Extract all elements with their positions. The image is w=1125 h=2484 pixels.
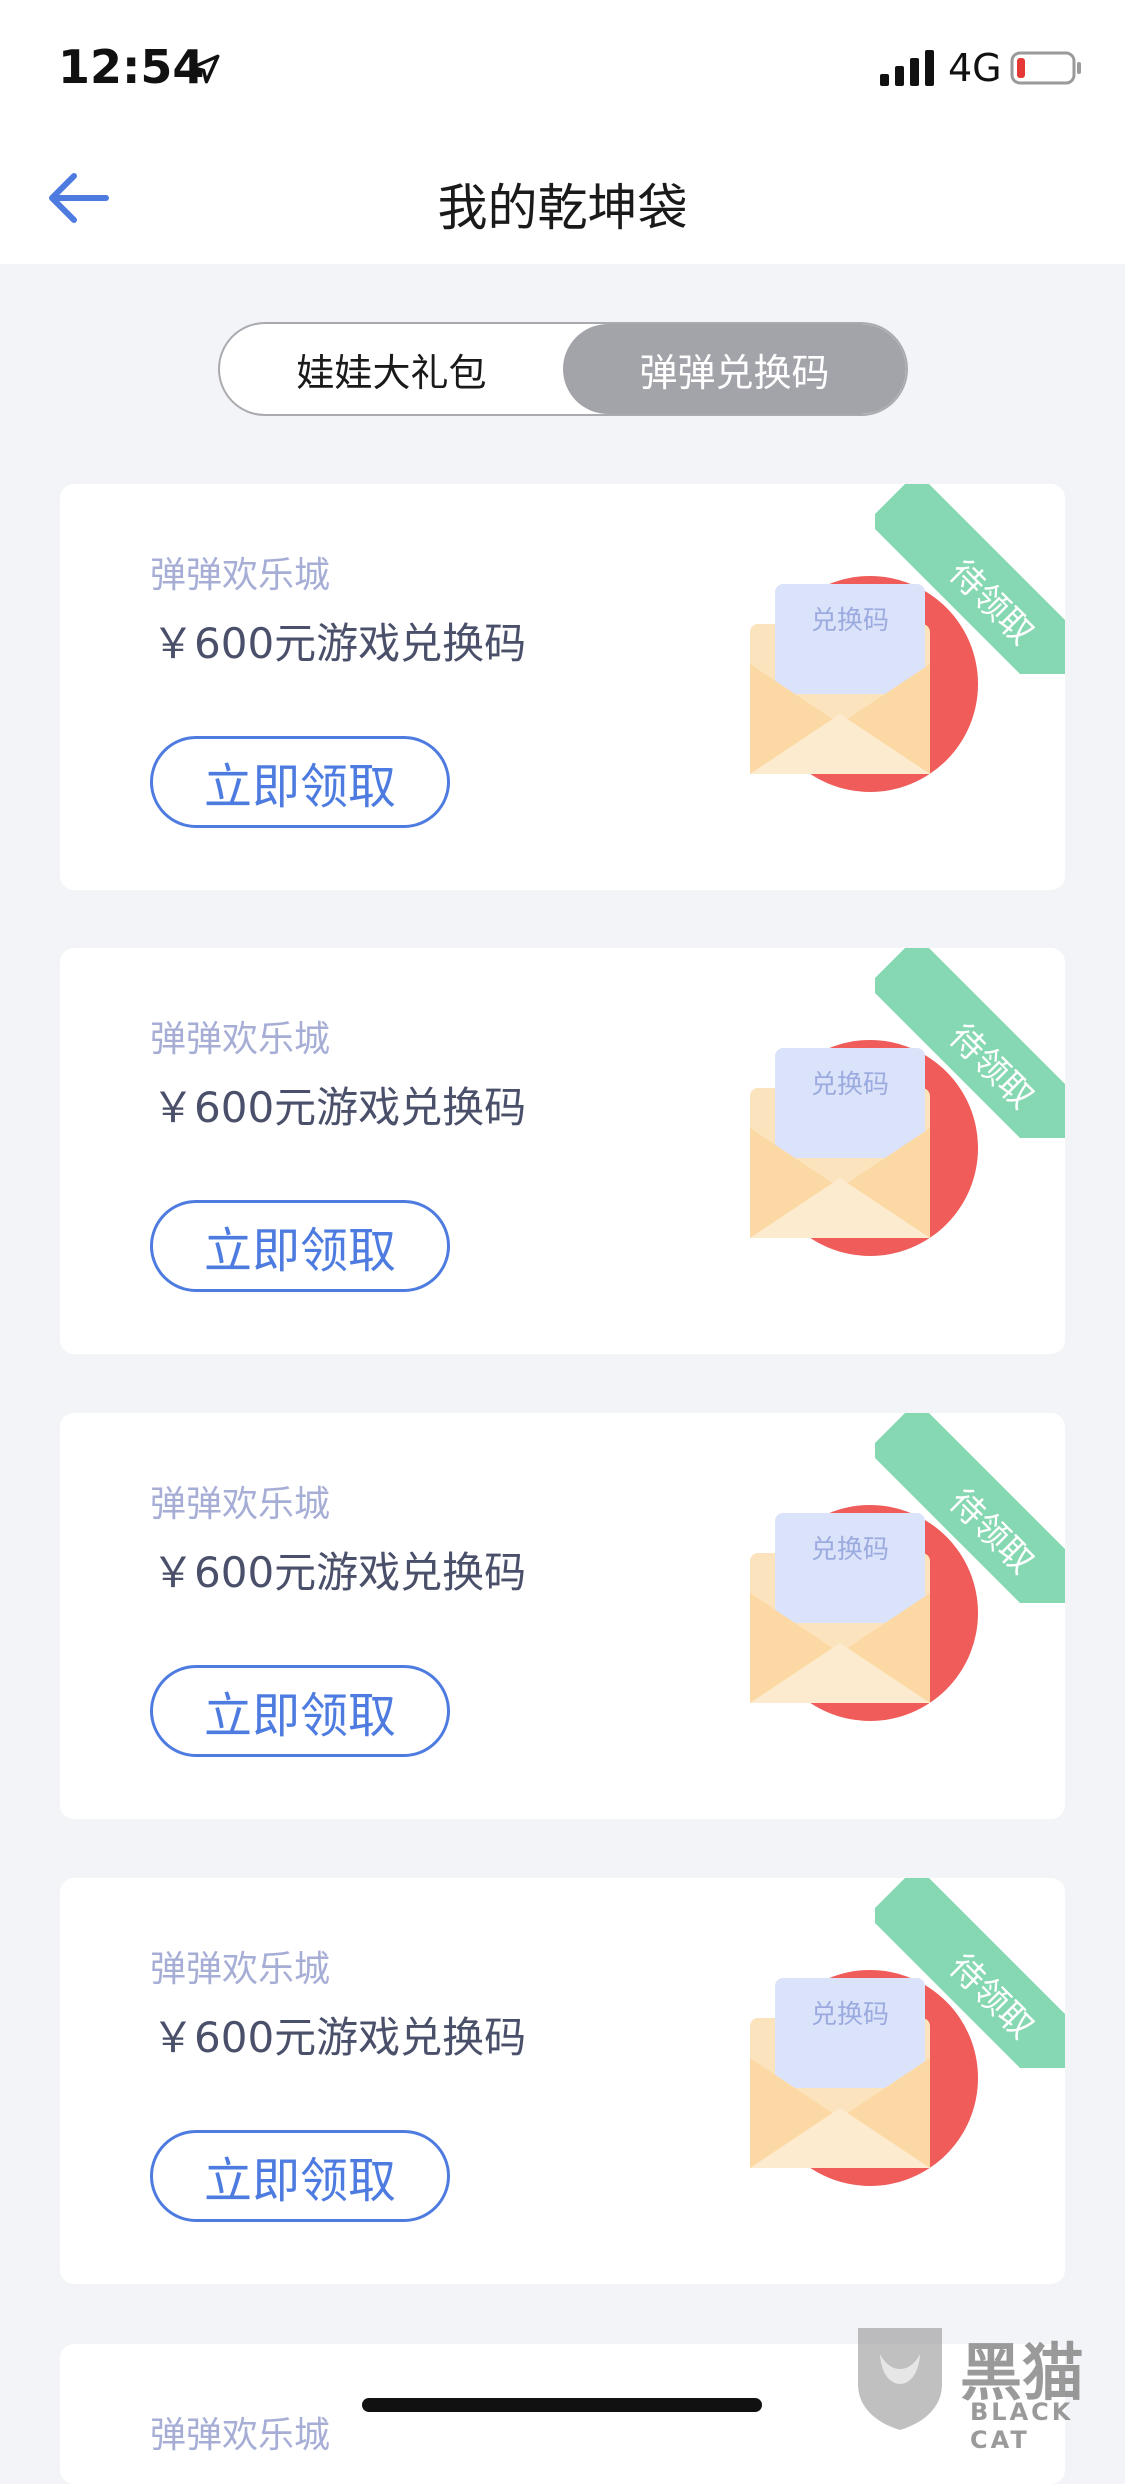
card-amount: ￥600元游戏兑换码	[152, 619, 527, 668]
watermark-logo: 黑猫 BLACK CAT	[850, 2318, 1125, 2454]
status-badge: 待领取	[941, 552, 1042, 654]
battery-low-icon	[1010, 51, 1081, 85]
coupon-card: 弹弹欢乐城 ￥600元游戏兑换码 立即领取 兑换码 待领取	[60, 484, 1065, 890]
card-amount: ￥600元游戏兑换码	[152, 1548, 527, 1597]
coupon-card: 弹弹欢乐城 ￥600元游戏兑换码 立即领取 兑换码 待领取	[60, 1878, 1065, 2284]
status-ribbon: 待领取	[875, 1878, 1065, 2068]
tab-switcher: 娃娃大礼包 弹弹兑换码	[218, 322, 908, 416]
location-arrow-icon	[190, 54, 220, 84]
watermark-sub: BLACK CAT	[970, 2398, 1074, 2454]
tab-doll-gift-pack[interactable]: 娃娃大礼包	[220, 324, 563, 414]
card-brand: 弹弹欢乐城	[150, 1949, 331, 1990]
card-brand: 弹弹欢乐城	[150, 1484, 331, 1525]
nav-bar: 我的乾坤袋	[0, 130, 1125, 264]
cat-shield-icon	[858, 2328, 942, 2430]
card-brand: 弹弹欢乐城	[150, 2415, 331, 2456]
status-badge: 待领取	[941, 1481, 1042, 1583]
claim-button[interactable]: 立即领取	[150, 736, 450, 828]
tab-redeem-code[interactable]: 弹弹兑换码	[563, 324, 906, 414]
status-time: 12:54	[58, 40, 205, 94]
claim-button[interactable]: 立即领取	[150, 1200, 450, 1292]
claim-button[interactable]: 立即领取	[150, 2130, 450, 2222]
card-amount: ￥600元游戏兑换码	[152, 2013, 527, 2062]
status-badge: 待领取	[941, 1016, 1042, 1118]
coupon-card: 弹弹欢乐城 ￥600元游戏兑换码 立即领取 兑换码 待领取	[60, 1413, 1065, 1819]
card-amount: ￥600元游戏兑换码	[152, 1083, 527, 1132]
home-indicator[interactable]	[362, 2398, 762, 2412]
claim-button[interactable]: 立即领取	[150, 1665, 450, 1757]
card-brand: 弹弹欢乐城	[150, 555, 331, 596]
coupon-card: 弹弹欢乐城 ￥600元游戏兑换码 立即领取 兑换码 待领取	[60, 948, 1065, 1354]
status-badge: 待领取	[941, 1946, 1042, 2048]
status-bar: 12:54 4G	[0, 0, 1125, 130]
status-ribbon: 待领取	[875, 484, 1065, 674]
status-ribbon: 待领取	[875, 948, 1065, 1138]
network-type: 4G	[948, 46, 1002, 90]
card-brand: 弹弹欢乐城	[150, 1019, 331, 1060]
status-ribbon: 待领取	[875, 1413, 1065, 1603]
page-title: 我的乾坤袋	[437, 179, 688, 237]
signal-icon	[880, 50, 934, 86]
